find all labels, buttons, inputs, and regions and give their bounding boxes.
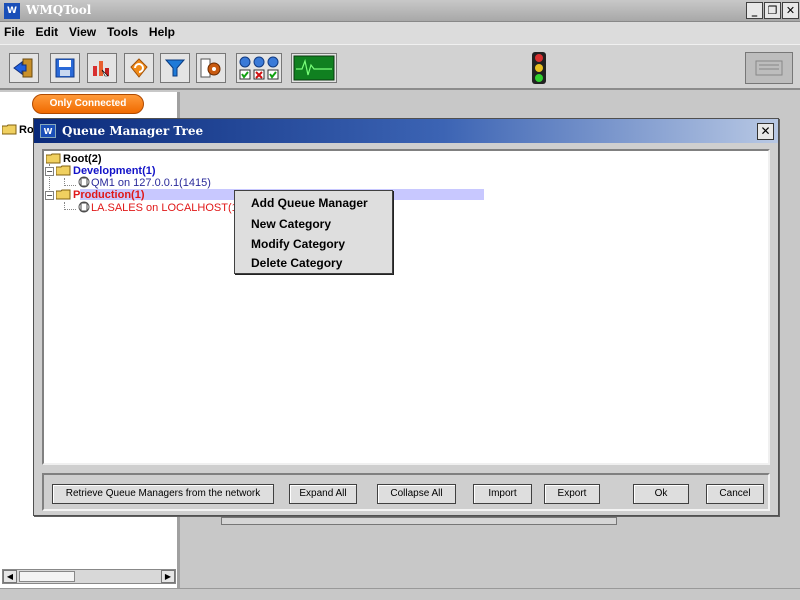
minimize-button[interactable]: _ (746, 2, 763, 19)
folder-open-icon (56, 165, 71, 176)
collapse-all-button[interactable]: Collapse All (377, 484, 456, 504)
dialog-titlebar: W Queue Manager Tree ✕ (34, 119, 778, 143)
save-button[interactable] (50, 53, 80, 83)
menu-item-modify-category[interactable]: Modify Category (251, 237, 345, 251)
menubar: File Edit View Tools Help (0, 22, 800, 44)
filter-icon (164, 59, 186, 77)
only-connected-button[interactable]: Only Connected (32, 94, 144, 114)
scroll-thumb[interactable] (19, 571, 75, 582)
menu-tools[interactable]: Tools (103, 22, 141, 39)
traffic-light-icon (526, 51, 552, 85)
menu-edit[interactable]: Edit (32, 22, 62, 39)
menu-help[interactable]: Help (145, 22, 178, 39)
settings-icon (200, 58, 221, 78)
status-bar (0, 588, 800, 600)
monitor-button[interactable] (291, 53, 337, 83)
import-button[interactable]: Import (473, 484, 532, 504)
queue-manager-label: LA.SALES on LOCALHOST(1 (91, 202, 238, 214)
queue-manager-icon (78, 201, 90, 213)
status-grid-icon (239, 56, 279, 80)
monitor-icon (293, 55, 335, 81)
status-grid-button[interactable] (236, 53, 282, 83)
menu-item-new-category[interactable]: New Category (251, 217, 331, 231)
panel-icon (755, 60, 783, 76)
toolbar (0, 44, 800, 90)
tree-queue-manager-la-sales[interactable]: LA.SALES on LOCALHOST(1 (78, 201, 238, 214)
exit-icon (13, 58, 33, 78)
category-label: Production(1) (73, 189, 145, 201)
chart-icon (93, 61, 109, 77)
chart-button[interactable] (87, 53, 117, 83)
menu-item-add-queue-manager[interactable]: Add Queue Manager (251, 196, 368, 210)
collapse-icon[interactable]: − (45, 191, 54, 200)
folder-open-icon (56, 189, 71, 200)
tree-connector (64, 209, 76, 210)
side-tree-root-label[interactable]: Ro (19, 124, 34, 136)
exit-button[interactable] (9, 53, 39, 83)
cancel-button[interactable]: Cancel (706, 484, 764, 504)
tree-context-menu: Add Queue Manager New Category Modify Ca… (234, 190, 393, 274)
scroll-left-icon[interactable]: ◀ (3, 570, 17, 583)
queue-manager-icon (78, 176, 90, 188)
close-button[interactable]: ✕ (782, 2, 799, 19)
refresh-icon (130, 58, 148, 78)
expand-all-button[interactable]: Expand All (289, 484, 357, 504)
scroll-right-icon[interactable]: ▶ (161, 570, 175, 583)
menu-item-delete-category[interactable]: Delete Category (251, 256, 342, 270)
background-panel-edge (221, 517, 617, 525)
queue-manager-tree[interactable]: Root(2) − Development(1) QM1 on 127.0.0.1… (42, 149, 770, 465)
collapse-icon[interactable]: − (45, 167, 54, 176)
dialog-app-icon: W (40, 124, 56, 138)
export-button[interactable]: Export (544, 484, 600, 504)
folder-icon (46, 153, 61, 164)
side-tree: Ro (2, 124, 34, 136)
save-icon (55, 58, 75, 78)
menu-file[interactable]: File (0, 22, 28, 39)
settings-button[interactable] (196, 53, 226, 83)
menu-view[interactable]: View (65, 22, 99, 39)
refresh-button[interactable] (124, 53, 154, 83)
panel-toggle-button[interactable] (745, 52, 793, 84)
restore-button[interactable]: ❐ (764, 2, 781, 19)
side-scrollbar[interactable]: ◀ ▶ (2, 569, 176, 584)
tree-category-production[interactable]: − Production(1) (45, 188, 145, 201)
app-logo-icon: W (4, 3, 20, 19)
ok-button[interactable]: Ok (633, 484, 689, 504)
queue-manager-tree-dialog: W Queue Manager Tree ✕ Root(2) − Developm… (33, 118, 779, 516)
dialog-button-bar: Retrieve Queue Managers from the network… (42, 473, 770, 511)
retrieve-queue-managers-button[interactable]: Retrieve Queue Managers from the network (52, 484, 274, 504)
app-title: WMQTool (26, 3, 92, 17)
filter-button[interactable] (160, 53, 190, 83)
app-titlebar: W WMQTool _ ❐ ✕ (0, 0, 800, 22)
dialog-close-button[interactable]: ✕ (757, 123, 774, 140)
folder-icon (2, 124, 17, 135)
dialog-title: Queue Manager Tree (62, 124, 204, 138)
tree-connector (64, 185, 76, 186)
